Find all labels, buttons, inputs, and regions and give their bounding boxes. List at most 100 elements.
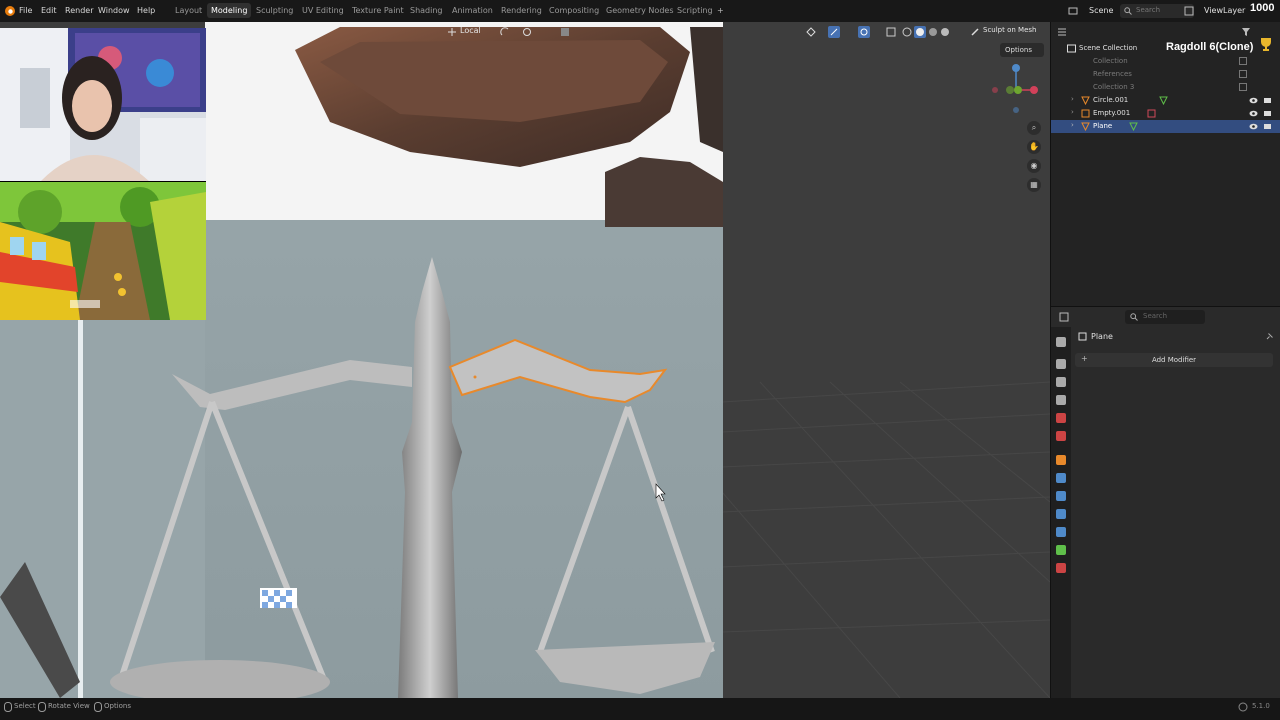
eye-icon[interactable] xyxy=(1249,97,1258,104)
outliner-row-collection-3[interactable]: Collection 3 xyxy=(1051,81,1280,94)
camera-view-icon[interactable]: ◉ xyxy=(1027,159,1041,173)
navigation-gizmo[interactable] xyxy=(988,62,1044,118)
mesh-data-icon xyxy=(1159,96,1168,105)
physics-tab-icon[interactable] xyxy=(1056,509,1066,519)
tab-modeling[interactable]: Modeling xyxy=(207,3,252,18)
scene-collection-label[interactable]: Scene Collection xyxy=(1079,44,1137,52)
pivot-label[interactable]: Local xyxy=(460,26,481,35)
menu-window[interactable]: Window xyxy=(98,6,130,15)
world-tab-icon[interactable] xyxy=(1056,431,1066,441)
overlay-grid-icon[interactable] xyxy=(560,27,570,37)
particles-tab-icon[interactable] xyxy=(1056,491,1066,501)
menu-edit[interactable]: Edit xyxy=(41,6,57,15)
tab-layout[interactable]: Layout xyxy=(175,6,202,15)
search-icon xyxy=(1124,7,1132,15)
mouse-right-icon xyxy=(94,702,102,712)
status-rotate-view: Rotate View xyxy=(48,702,90,710)
view-layer-tab-icon[interactable] xyxy=(1056,395,1066,405)
add-modifier-button[interactable]: Add Modifier xyxy=(1075,353,1273,367)
pan-hand-icon[interactable]: ✋ xyxy=(1027,140,1041,154)
webcam-image xyxy=(0,28,206,181)
shading-solid-icon[interactable] xyxy=(914,26,926,38)
menu-render[interactable]: Render xyxy=(65,6,93,15)
perspective-grid-icon[interactable]: ▦ xyxy=(1027,178,1041,192)
view-select-icon[interactable] xyxy=(806,27,816,37)
expand-chevron-icon[interactable]: › xyxy=(1071,95,1074,103)
status-bar: Select Rotate View Options 5.1.0 xyxy=(0,698,1280,720)
properties-search[interactable]: Search xyxy=(1125,310,1205,324)
blender-logo-icon[interactable] xyxy=(4,5,16,17)
add-workspace-icon[interactable]: + xyxy=(717,6,724,15)
view-layer-name[interactable]: ViewLayer xyxy=(1204,6,1245,15)
filter-icon[interactable] xyxy=(1241,27,1251,37)
checkbox-icon[interactable] xyxy=(1239,83,1247,91)
zoom-icon[interactable]: ⌕ xyxy=(1027,121,1041,135)
shading-wireframe-icon[interactable] xyxy=(902,27,912,37)
topbar-search[interactable]: Search xyxy=(1120,4,1194,18)
plus-icon: + xyxy=(1081,354,1088,363)
tool-tab-icon[interactable] xyxy=(1056,337,1066,347)
tab-geometry-nodes[interactable]: Geometry Nodes xyxy=(606,6,673,15)
checkbox-icon[interactable] xyxy=(1239,70,1247,78)
network-icon xyxy=(1238,702,1248,712)
outliner-row-empty[interactable]: › Empty.001 xyxy=(1051,107,1280,120)
eye-icon[interactable] xyxy=(1249,110,1258,117)
gizmo-toggle-icon[interactable] xyxy=(828,26,840,38)
eye-icon[interactable] xyxy=(1249,123,1258,130)
modifier-tab-icon[interactable] xyxy=(1056,473,1066,483)
data-tab-icon[interactable] xyxy=(1056,545,1066,555)
sculpt-on-mesh-label[interactable]: Sculpt on Mesh xyxy=(983,26,1036,34)
tab-compositing[interactable]: Compositing xyxy=(549,6,599,15)
mesh-object-icon xyxy=(1081,122,1090,131)
tab-texture-paint[interactable]: Texture Paint xyxy=(352,6,404,15)
scene-icon xyxy=(1068,7,1078,15)
pin-icon[interactable] xyxy=(1265,332,1274,341)
tab-shading[interactable]: Shading xyxy=(410,6,443,15)
material-tab-icon[interactable] xyxy=(1056,563,1066,573)
outliner-row-circle[interactable]: › Circle.001 xyxy=(1051,94,1280,107)
overlays-toggle-icon[interactable] xyxy=(858,26,870,38)
status-select: Select xyxy=(14,702,36,710)
outliner-editor-icon[interactable] xyxy=(1057,27,1067,37)
outliner-row-plane[interactable]: › Plane xyxy=(1051,120,1280,133)
snap-icon[interactable] xyxy=(500,27,510,37)
tab-scripting[interactable]: Scripting xyxy=(677,6,713,15)
render-tab-icon[interactable] xyxy=(1056,359,1066,369)
proportional-edit-icon[interactable] xyxy=(522,27,532,37)
row-label: References xyxy=(1093,70,1132,78)
search-placeholder: Search xyxy=(1143,312,1168,320)
tab-animation[interactable]: Animation xyxy=(452,6,493,15)
camera-icon[interactable] xyxy=(1263,122,1272,131)
properties-tab-bar xyxy=(1051,327,1071,699)
shading-material-icon[interactable] xyxy=(928,27,938,37)
expand-chevron-icon[interactable]: › xyxy=(1071,121,1074,129)
object-tab-icon[interactable] xyxy=(1056,455,1066,465)
camera-icon[interactable] xyxy=(1263,109,1272,118)
object-name-label: Plane xyxy=(1091,332,1113,341)
outliner-row-references[interactable]: References xyxy=(1051,68,1280,81)
scene-tab-icon[interactable] xyxy=(1056,413,1066,423)
xray-toggle-icon[interactable] xyxy=(886,27,896,37)
tab-uv-editing[interactable]: UV Editing xyxy=(302,6,344,15)
constraints-tab-icon[interactable] xyxy=(1056,527,1066,537)
properties-panel: Search Plane Add Modifier + xyxy=(1050,306,1280,699)
expand-chevron-icon[interactable]: › xyxy=(1071,108,1074,116)
tab-sculpting[interactable]: Sculpting xyxy=(256,6,293,15)
menu-file[interactable]: File xyxy=(19,6,32,15)
scene-name[interactable]: Scene xyxy=(1089,6,1113,15)
stream-title-overlay: Ragdoll 6(Clone) xyxy=(1166,41,1254,53)
output-tab-icon[interactable] xyxy=(1056,377,1066,387)
status-options: Options xyxy=(104,702,132,710)
shading-rendered-icon[interactable] xyxy=(940,27,950,37)
frame-counter: 1000 xyxy=(1250,2,1275,14)
tab-rendering[interactable]: Rendering xyxy=(501,6,542,15)
row-label: Circle.001 xyxy=(1093,96,1129,104)
properties-editor-icon[interactable] xyxy=(1059,312,1069,322)
camera-icon[interactable] xyxy=(1263,96,1272,105)
menu-help[interactable]: Help xyxy=(137,6,155,15)
options-dropdown[interactable]: Options xyxy=(1000,43,1044,57)
transform-pivot-icon[interactable] xyxy=(447,27,457,37)
checkbox-icon[interactable] xyxy=(1239,57,1247,65)
outliner-panel: Scene Collection Collection References C… xyxy=(1050,22,1280,306)
outliner-row-collection[interactable]: Collection xyxy=(1051,55,1280,68)
